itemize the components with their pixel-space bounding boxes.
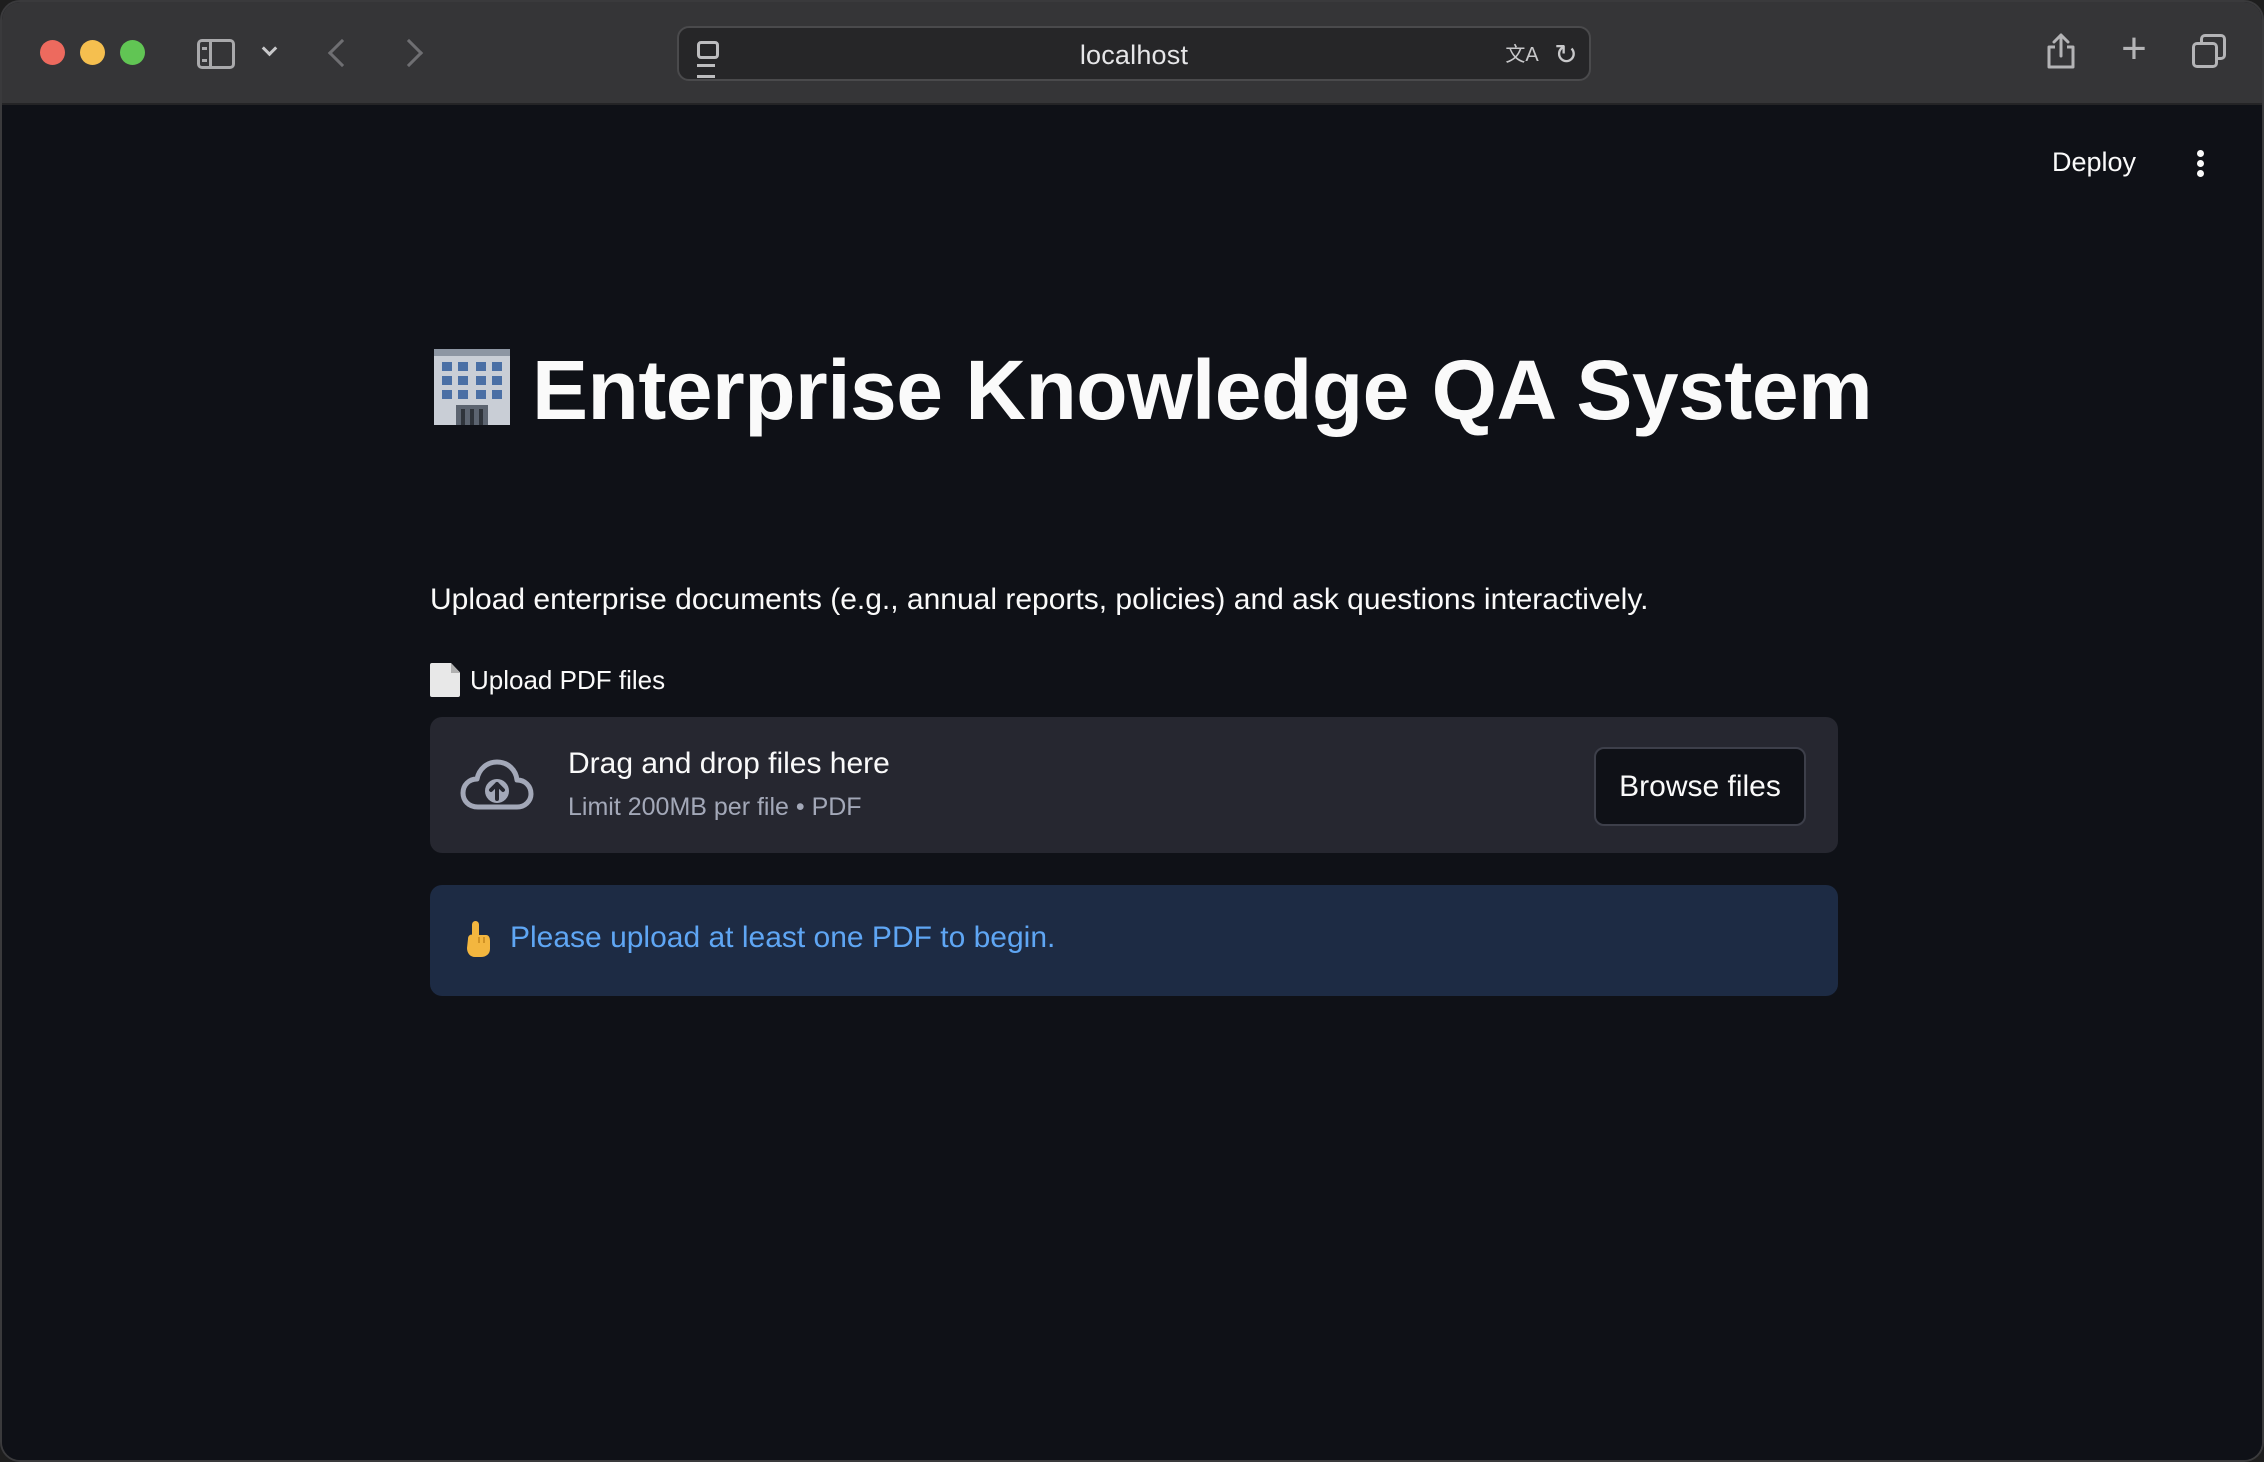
uploader-label-text: Upload PDF files — [470, 664, 666, 695]
pointing-hand-icon — [462, 919, 492, 959]
deploy-button[interactable]: Deploy — [2052, 147, 2136, 178]
address-url[interactable]: localhost — [679, 40, 1589, 71]
new-tab-icon[interactable]: + — [2117, 27, 2151, 71]
dropzone-title: Drag and drop files here — [568, 747, 890, 780]
forward-arrow-icon[interactable] — [394, 38, 424, 68]
translate-icon[interactable]: 文A — [1505, 42, 1539, 68]
close-window-button[interactable] — [40, 40, 65, 65]
info-alert: Please upload at least one PDF to begin. — [430, 885, 1838, 996]
dropzone-hint: Limit 200MB per file • PDF — [568, 793, 862, 821]
uploader-label: Upload PDF files — [430, 663, 665, 697]
streamlit-app: Deploy Enterprise Knowledge QA System Up… — [2, 105, 2262, 1460]
page-title: Enterprise Knowledge QA System — [430, 335, 1873, 445]
page-title-text: Enterprise Knowledge QA System — [532, 343, 1873, 437]
main-menu-icon[interactable] — [2195, 150, 2205, 178]
file-dropzone[interactable]: Drag and drop files here Limit 200MB per… — [430, 717, 1838, 853]
address-bar[interactable]: localhost 文A ↻ — [677, 26, 1591, 81]
browse-files-button[interactable]: Browse files — [1594, 747, 1806, 826]
document-icon — [430, 663, 460, 697]
zoom-window-button[interactable] — [120, 40, 145, 65]
browser-window: localhost 文A ↻ + Deploy Enterprise Knowl… — [0, 0, 2264, 1462]
reload-icon[interactable]: ↻ — [1551, 40, 1581, 70]
info-message: Please upload at least one PDF to begin. — [510, 921, 1056, 954]
cloud-upload-icon — [460, 757, 534, 813]
sidebar-toggle-icon[interactable] — [197, 39, 235, 69]
browser-toolbar: localhost 文A ↻ + — [2, 2, 2262, 105]
tab-overview-icon[interactable] — [2192, 34, 2226, 68]
share-icon[interactable] — [2046, 32, 2076, 70]
page-description: Upload enterprise documents (e.g., annua… — [430, 583, 1649, 616]
office-building-icon — [430, 343, 514, 427]
minimize-window-button[interactable] — [80, 40, 105, 65]
chevron-down-icon[interactable] — [261, 40, 278, 57]
back-arrow-icon[interactable] — [327, 38, 357, 68]
